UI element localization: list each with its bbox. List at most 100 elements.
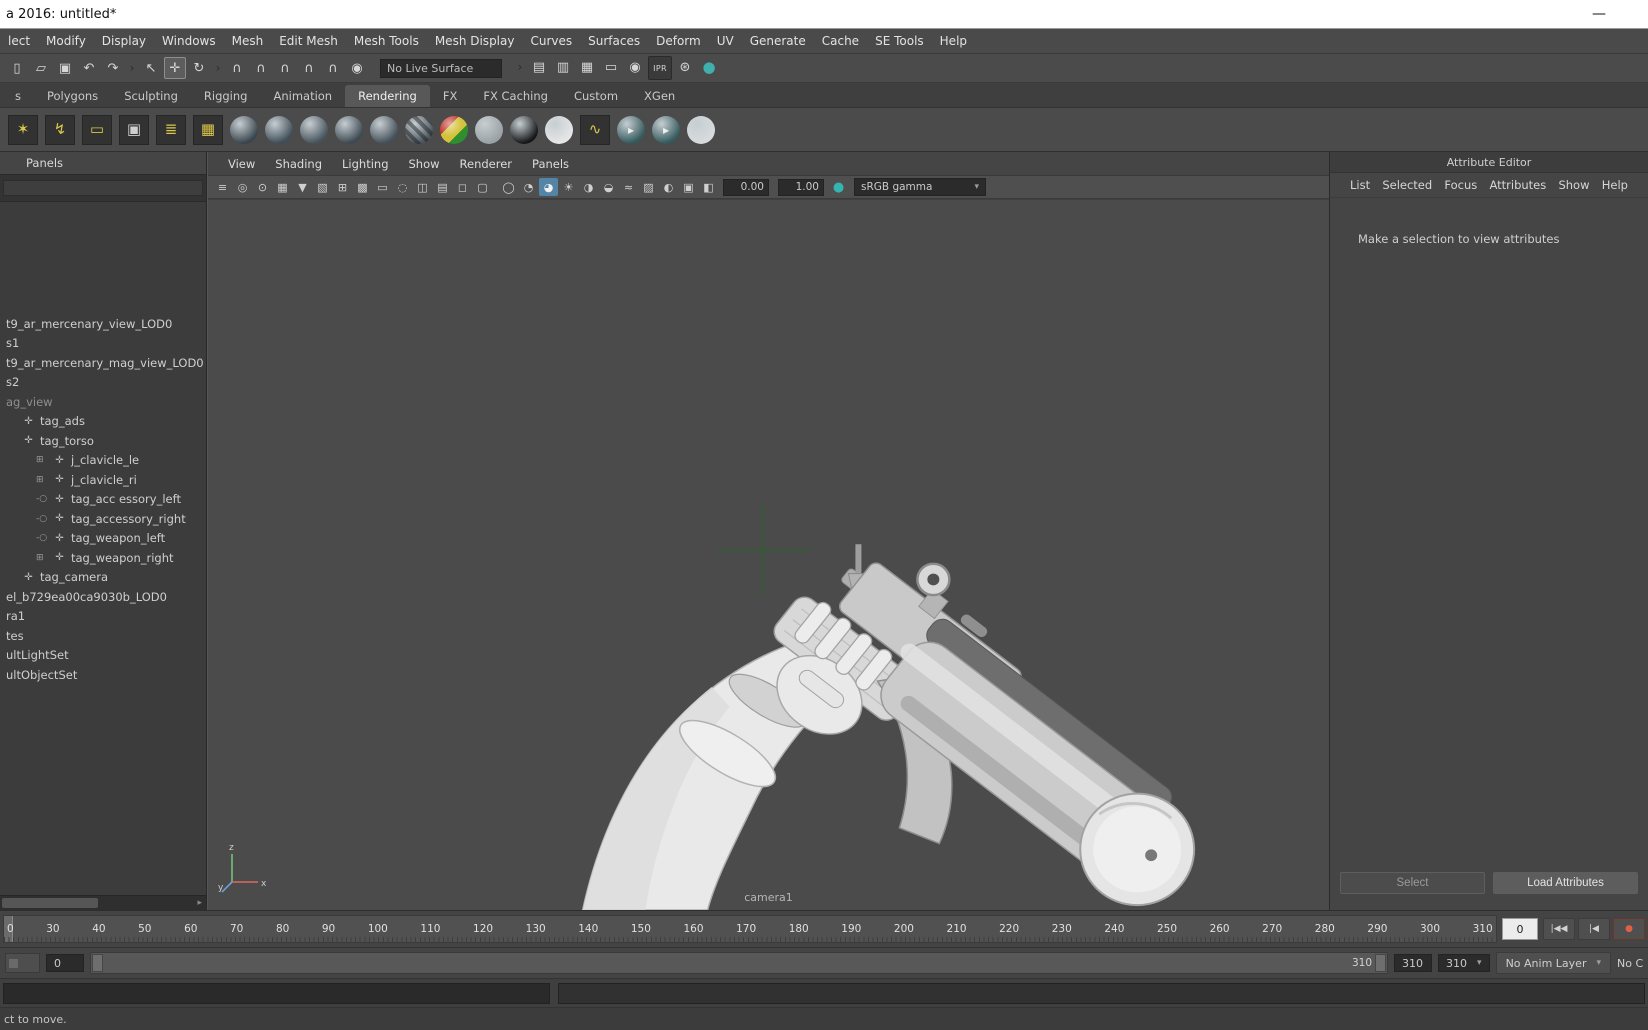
menu-item[interactable]: Mesh Display: [427, 34, 523, 48]
viewport-menu-item[interactable]: View: [218, 157, 265, 171]
redo-icon[interactable]: ↷: [102, 57, 124, 79]
outliner-item[interactable]: ultLightSet: [0, 646, 206, 666]
playback-end-field[interactable]: 310: [1394, 954, 1433, 972]
shelf-tab[interactable]: Animation: [260, 85, 345, 107]
snap-to-point-icon[interactable]: ∩: [274, 57, 296, 79]
playback-start-field[interactable]: 0: [46, 954, 84, 972]
open-render-view-icon[interactable]: ▭: [600, 56, 622, 78]
phong-material-icon[interactable]: [335, 115, 363, 144]
field-chart-icon[interactable]: ▤: [433, 178, 452, 196]
blinn-material-icon[interactable]: [265, 115, 293, 144]
range-start-handle[interactable]: [92, 954, 103, 972]
wireframe-mode-icon[interactable]: ◯: [499, 178, 518, 196]
auto-key-button[interactable]: ●: [1613, 918, 1645, 940]
color-management-icon[interactable]: ●: [698, 56, 720, 78]
range-slider-bar[interactable]: 310: [90, 952, 1389, 974]
move-tool-icon[interactable]: ✛: [164, 57, 186, 79]
render-frame-icon[interactable]: [687, 115, 715, 144]
outliner-item[interactable]: ✛ tag_ads: [0, 412, 206, 432]
anim-layer-menu[interactable]: No Anim Layer ▾: [1495, 952, 1611, 974]
shelf-tab[interactable]: Rigging: [191, 85, 261, 107]
animation-start-stub[interactable]: [5, 953, 40, 973]
expand-toggle-icon[interactable]: -○: [36, 514, 50, 524]
group-separator-icon[interactable]: ›: [126, 57, 138, 79]
shelf-tab[interactable]: FX: [430, 85, 471, 107]
viewport-menu-item[interactable]: Lighting: [332, 157, 398, 171]
outliner-item[interactable]: el_b729ea00ca9030b_LOD0: [0, 587, 206, 607]
menu-item[interactable]: Edit Mesh: [271, 34, 346, 48]
menu-item[interactable]: Deform: [648, 34, 709, 48]
ipr-render-icon[interactable]: IPR: [648, 56, 672, 80]
outliner-item[interactable]: ultObjectSet: [0, 665, 206, 685]
outliner-item[interactable]: s1: [0, 334, 206, 354]
shading-map-icon[interactable]: [440, 115, 468, 144]
outliner-item[interactable]: -○ ✛ tag_weapon_left: [0, 529, 206, 549]
resolution-gate-icon[interactable]: ◌: [393, 178, 412, 196]
menu-item[interactable]: Generate: [742, 34, 814, 48]
render-layers-icon[interactable]: ≣: [156, 114, 186, 145]
character-set-menu[interactable]: No C: [1617, 957, 1643, 970]
construction-history-icon[interactable]: ▦: [576, 56, 598, 78]
current-frame-field[interactable]: 0: [1502, 918, 1538, 940]
color-space-select[interactable]: sRGB gamma ▾: [854, 178, 986, 196]
depth-of-field-icon[interactable]: ◐: [659, 178, 678, 196]
shelf-tab[interactable]: s: [2, 85, 34, 107]
safe-title-icon[interactable]: ▢: [473, 178, 492, 196]
render-view-icon[interactable]: ▸: [617, 115, 645, 144]
rotate-tool-icon[interactable]: ↻: [188, 57, 210, 79]
use-background-icon[interactable]: [510, 115, 538, 144]
outliner-hscrollbar[interactable]: ▸: [0, 895, 206, 910]
textured-mode-icon[interactable]: ◕: [539, 178, 558, 196]
isolate-select-icon[interactable]: ▣: [679, 178, 698, 196]
image-plane-icon[interactable]: ▧: [313, 178, 332, 196]
render-current-frame-icon[interactable]: ◉: [624, 56, 646, 78]
render-settings-icon[interactable]: ⊛: [674, 56, 696, 78]
pan-zoom-icon[interactable]: ⊞: [333, 178, 352, 196]
area-light-icon[interactable]: ▭: [82, 114, 112, 145]
outliner-filter-box[interactable]: [3, 180, 203, 196]
undo-icon[interactable]: ↶: [78, 57, 100, 79]
expand-toggle-icon[interactable]: -○: [36, 533, 50, 543]
scroll-right-icon[interactable]: ▸: [197, 898, 206, 908]
select-tool-icon[interactable]: ↖: [140, 57, 162, 79]
camera-attributes-icon[interactable]: ▦: [273, 178, 292, 196]
new-scene-icon[interactable]: ▯: [6, 57, 28, 79]
group-separator-icon[interactable]: ›: [212, 57, 224, 79]
select-button[interactable]: Select: [1340, 872, 1485, 894]
output-connections-icon[interactable]: ▥: [552, 56, 574, 78]
expand-toggle-icon[interactable]: ⊞: [36, 553, 50, 563]
viewport-menu-item[interactable]: Show: [399, 157, 450, 171]
attribute-editor-menu-item[interactable]: Attributes: [1489, 178, 1546, 192]
shaded-mode-icon[interactable]: ◔: [519, 178, 538, 196]
xray-icon[interactable]: ◧: [699, 178, 718, 196]
safe-action-icon[interactable]: ◻: [453, 178, 472, 196]
step-back-frame-button[interactable]: |◀: [1578, 918, 1610, 940]
multisampling-icon[interactable]: ▨: [639, 178, 658, 196]
outliner-item[interactable]: t9_ar_mercenary_mag_view_LOD0: [0, 353, 206, 373]
expand-toggle-icon[interactable]: ⊞: [36, 455, 50, 465]
outliner-item[interactable]: s2: [0, 373, 206, 393]
snap-to-curve-icon[interactable]: ∩: [250, 57, 272, 79]
viewport-menu-item[interactable]: Shading: [265, 157, 332, 171]
anisotropic-material-icon[interactable]: [230, 115, 258, 144]
motion-blur-icon[interactable]: ≈: [619, 178, 638, 196]
animation-end-field[interactable]: 310 ▾: [1438, 954, 1490, 972]
gate-mask-icon[interactable]: ◫: [413, 178, 432, 196]
make-live-icon[interactable]: ◉: [346, 57, 368, 79]
outliner-item[interactable]: t9_ar_mercenary_view_LOD0: [0, 314, 206, 334]
ipr-render-shelf-icon[interactable]: ▸: [652, 115, 680, 144]
panels-menu-label[interactable]: Panels: [26, 156, 63, 170]
camera-icon[interactable]: ▣: [119, 114, 149, 145]
shelf-tab[interactable]: FX Caching: [470, 85, 561, 107]
viewport-menu-item[interactable]: Renderer: [450, 157, 523, 171]
outliner-item[interactable]: -○ ✛ tag_accessory_right: [0, 509, 206, 529]
lightning-shader-icon[interactable]: ↯: [45, 114, 75, 145]
outliner-item[interactable]: tes: [0, 626, 206, 646]
menu-item[interactable]: Modify: [38, 34, 94, 48]
exposure-field[interactable]: 0.00: [723, 178, 769, 196]
hypershade-icon[interactable]: ∿: [580, 114, 610, 145]
menu-item[interactable]: Mesh: [224, 34, 272, 48]
input-connections-icon[interactable]: ▤: [528, 56, 550, 78]
shelf-tab[interactable]: Rendering: [345, 85, 430, 107]
paint-effects-icon[interactable]: ✶: [8, 114, 38, 145]
